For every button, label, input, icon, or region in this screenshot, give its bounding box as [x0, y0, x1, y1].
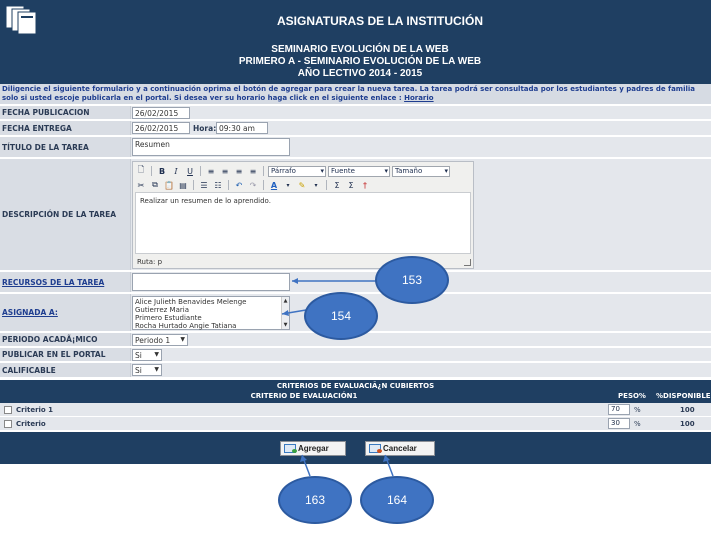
annotation-arrows	[281, 278, 394, 477]
annotation-153: 153	[375, 256, 449, 304]
annotation-163: 163	[278, 476, 352, 524]
annotation-154: 154	[304, 292, 378, 340]
annotation-164: 164	[360, 476, 434, 524]
